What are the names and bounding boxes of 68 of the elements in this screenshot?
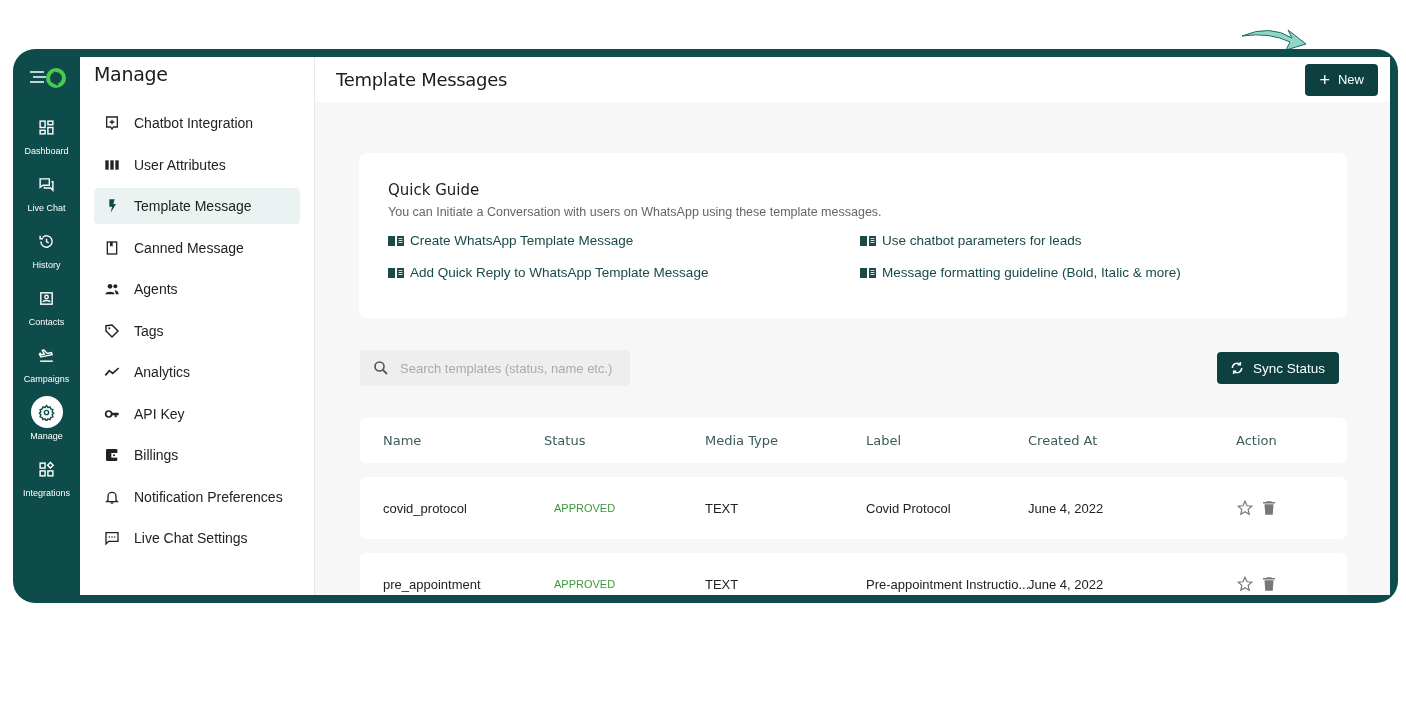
chat-icon [38, 175, 55, 193]
sidebar-item[interactable]: Chatbot Integration [94, 105, 300, 141]
table-cell-text: pre_appointment [383, 576, 482, 592]
plane-icon [38, 346, 55, 364]
column-header: Label [866, 433, 903, 448]
nav-rail-item[interactable]: Integrations [13, 453, 80, 510]
nav-rail-item[interactable]: Manage [13, 396, 80, 453]
guide-description: You can Initiate a Conversation with users on WhatsApp using these template messages. [388, 205, 883, 219]
book-icon [860, 266, 876, 279]
table-cell-text: TEXT [705, 500, 740, 516]
star-icon[interactable] [1236, 575, 1254, 593]
sidebar-item[interactable]: Agents [94, 271, 300, 307]
guide-title: Quick Guide [388, 181, 481, 199]
guide-link[interactable]: Add Quick Reply to WhatsApp Template Message [388, 265, 709, 280]
settings-icon [38, 403, 55, 421]
new-button[interactable]: + New [1305, 63, 1378, 96]
sidebar-title: Manage [94, 63, 169, 85]
sidebar-item[interactable]: Live Chat Settings [94, 520, 300, 556]
table-cell-text: TEXT [705, 576, 740, 592]
table-cell-text: June 4, 2022 [1028, 576, 1105, 592]
bookmark-icon [104, 239, 120, 256]
nav-rail-item[interactable]: History [13, 225, 80, 282]
tag-icon [104, 322, 120, 339]
book-icon [388, 266, 404, 279]
status-label: APPROVED [553, 578, 617, 590]
sidebar-item[interactable]: Template Message [94, 188, 300, 224]
sidebar-item[interactable]: Notification Preferences [94, 478, 300, 515]
nav-rail-item[interactable]: Dashboard [13, 111, 80, 168]
wallet-icon [104, 447, 120, 463]
nav-rail-item[interactable]: Campaigns [13, 339, 80, 396]
sidebar-item[interactable]: Canned Message [94, 229, 300, 266]
people-icon [104, 281, 120, 297]
search-icon [372, 359, 390, 377]
table-cell-text: Covid Protocol [866, 500, 952, 516]
sidebar-item[interactable]: Analytics [94, 354, 300, 390]
table-cell-text: June 4, 2022 [1028, 500, 1105, 516]
table-cell-text: covid_protocol [383, 500, 468, 516]
guide-link[interactable]: Message formatting guideline (Bold, Italic & more) [860, 265, 1181, 280]
column-header: Media Type [705, 433, 780, 448]
sidebar-item[interactable]: Billings [94, 437, 300, 473]
dashboard-icon [38, 118, 55, 136]
nav-rail-item[interactable]: Contacts [13, 282, 80, 339]
delete-icon[interactable] [1260, 499, 1278, 517]
sidebar-item[interactable]: API Key [94, 395, 300, 432]
history-icon [38, 232, 55, 250]
column-header: Status [544, 433, 587, 448]
guide-link[interactable]: Create WhatsApp Template Message [388, 233, 634, 248]
sidebar-item[interactable]: Tags [94, 312, 300, 349]
book-icon [388, 234, 404, 247]
sidebar-item[interactable]: User Attributes [94, 146, 300, 183]
sync-status-button[interactable]: Sync Status [1216, 352, 1339, 384]
nav-rail-item[interactable]: Live Chat [13, 168, 80, 225]
column-header: Name [383, 433, 423, 448]
logo-icon [27, 67, 66, 89]
star-icon[interactable] [1236, 499, 1254, 517]
page-title: Template Messages [336, 69, 508, 90]
status-label: APPROVED [553, 502, 617, 514]
contacts-icon [38, 289, 55, 307]
message-icon [104, 530, 120, 546]
table-cell: Pre-appointment Instructio... [866, 576, 1028, 592]
search-field[interactable]: Search templates (status, name etc.) [360, 350, 630, 386]
column-header: Action [1236, 433, 1278, 448]
chatbot-icon [104, 115, 120, 131]
delete-icon[interactable] [1260, 575, 1278, 593]
apps-icon [38, 460, 55, 478]
guide-link[interactable]: Use chatbot parameters for leads [860, 233, 1082, 248]
book-icon [860, 234, 876, 247]
column-header: Created At [1028, 433, 1099, 448]
